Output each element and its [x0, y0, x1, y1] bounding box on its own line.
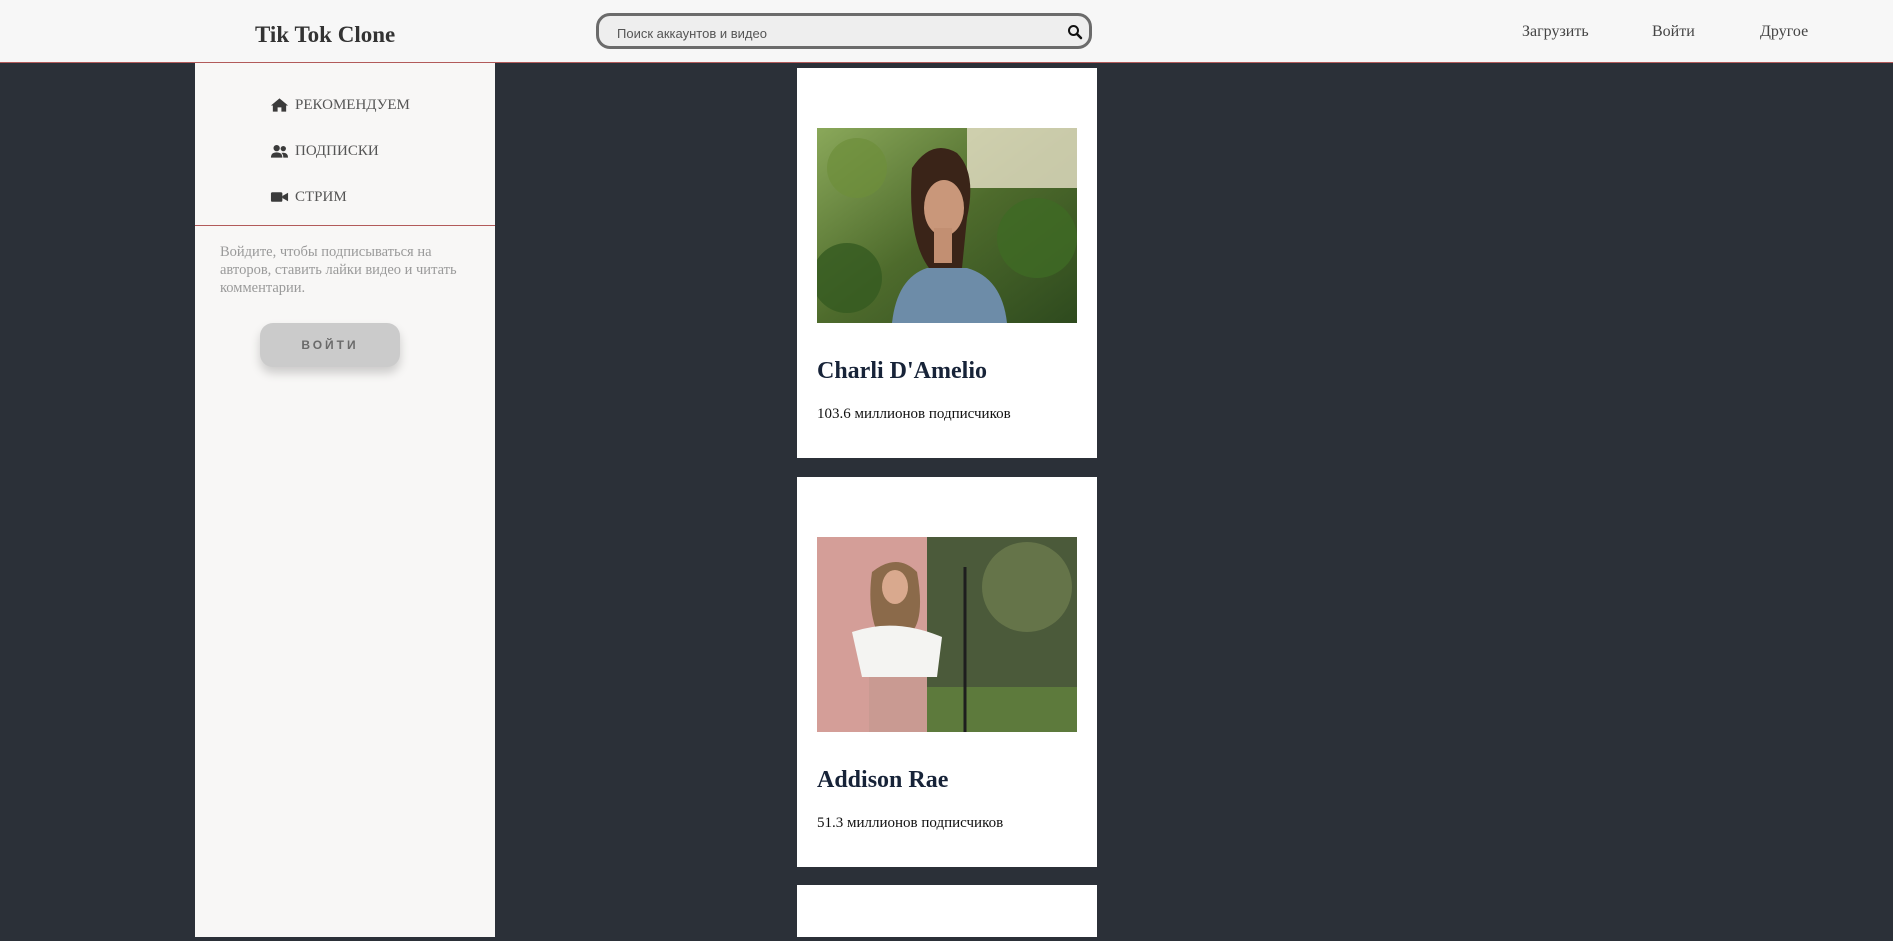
more-link[interactable]: Другое — [1760, 23, 1808, 41]
creator-name[interactable]: Addison Rae — [817, 767, 948, 794]
follower-count: 51.3 миллионов подписчиков — [817, 815, 1004, 831]
sidebar-item-label: ПОДПИСКИ — [295, 142, 379, 159]
sidebar: РЕКОМЕНДУЕМ ПОДПИСКИ СТРИМ Войдите, чтоб… — [195, 63, 495, 937]
sidebar-item-label: РЕКОМЕНДУЕМ — [295, 96, 410, 113]
creator-card[interactable]: Addison Rae 51.3 миллионов подписчиков — [797, 477, 1097, 867]
creator-card[interactable] — [797, 885, 1097, 937]
video-camera-icon — [270, 192, 289, 202]
creator-name[interactable]: Charli D'Amelio — [817, 358, 987, 385]
sidebar-login-button[interactable]: ВОЙТИ — [260, 323, 400, 367]
sidebar-item-following[interactable]: ПОДПИСКИ — [270, 140, 379, 162]
sidebar-item-recommended[interactable]: РЕКОМЕНДУЕМ — [270, 94, 410, 116]
home-icon — [270, 98, 289, 112]
search-icon[interactable] — [1067, 24, 1083, 40]
login-prompt-text: Войдите, чтобы подписываться на авторов,… — [220, 244, 457, 296]
app-logo[interactable]: Tik Tok Clone — [255, 22, 395, 48]
upload-link[interactable]: Загрузить — [1522, 23, 1589, 41]
sidebar-item-live[interactable]: СТРИМ — [270, 186, 347, 208]
creator-photo-image — [817, 537, 1077, 732]
users-icon — [270, 145, 289, 158]
creator-card[interactable]: Charli D'Amelio 103.6 миллионов подписчи… — [797, 68, 1097, 458]
search-input[interactable] — [615, 22, 1049, 44]
creator-photo-image — [817, 128, 1077, 323]
search-box[interactable] — [596, 13, 1092, 49]
top-header: Tik Tok Clone Загрузить Войти Другое — [0, 0, 1893, 63]
follower-count: 103.6 миллионов подписчиков — [817, 406, 1011, 422]
creator-photo[interactable] — [817, 537, 1077, 732]
sidebar-divider — [195, 225, 495, 226]
sidebar-item-label: СТРИМ — [295, 188, 347, 205]
login-link[interactable]: Войти — [1652, 23, 1695, 41]
creator-photo[interactable] — [817, 128, 1077, 323]
